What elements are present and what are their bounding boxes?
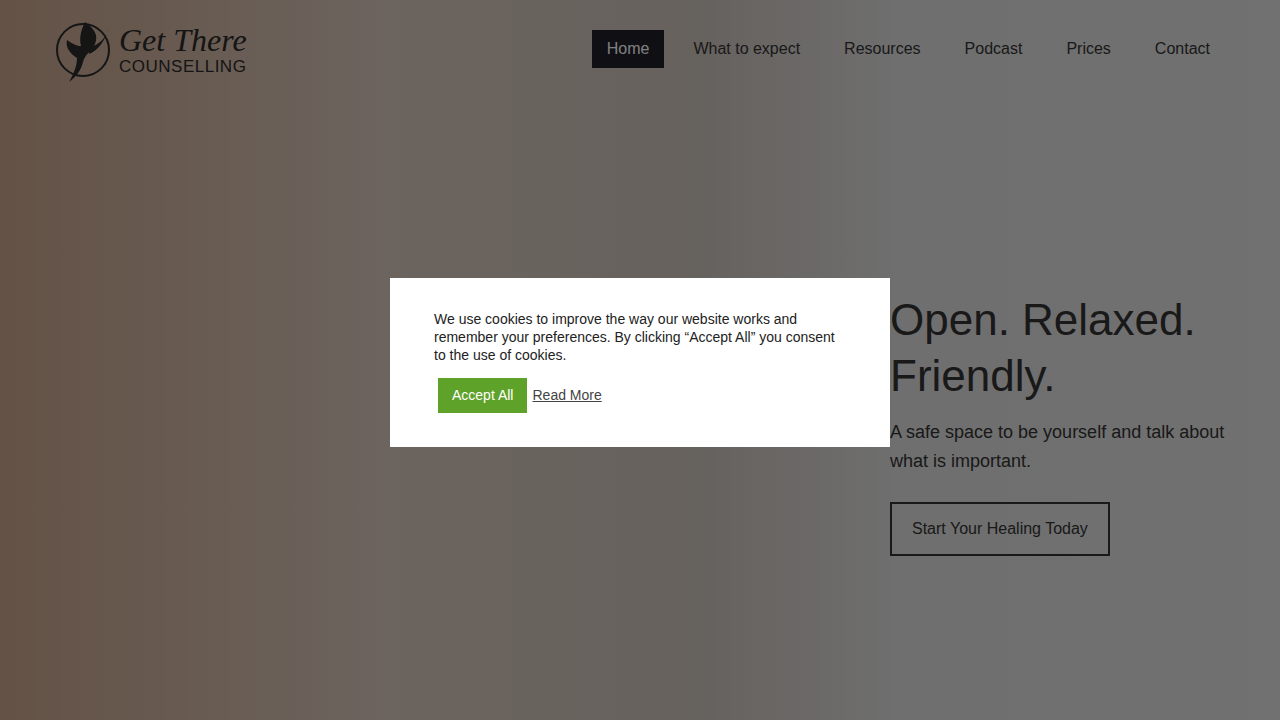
cookie-dialog: We use cookies to improve the way our we… xyxy=(390,278,890,447)
cookie-message: We use cookies to improve the way our we… xyxy=(434,310,850,364)
read-more-link[interactable]: Read More xyxy=(532,385,601,406)
accept-all-button[interactable]: Accept All xyxy=(438,378,527,413)
page: Get ThereCOUNSELLINGHomeWhat to expectRe… xyxy=(0,0,1280,720)
